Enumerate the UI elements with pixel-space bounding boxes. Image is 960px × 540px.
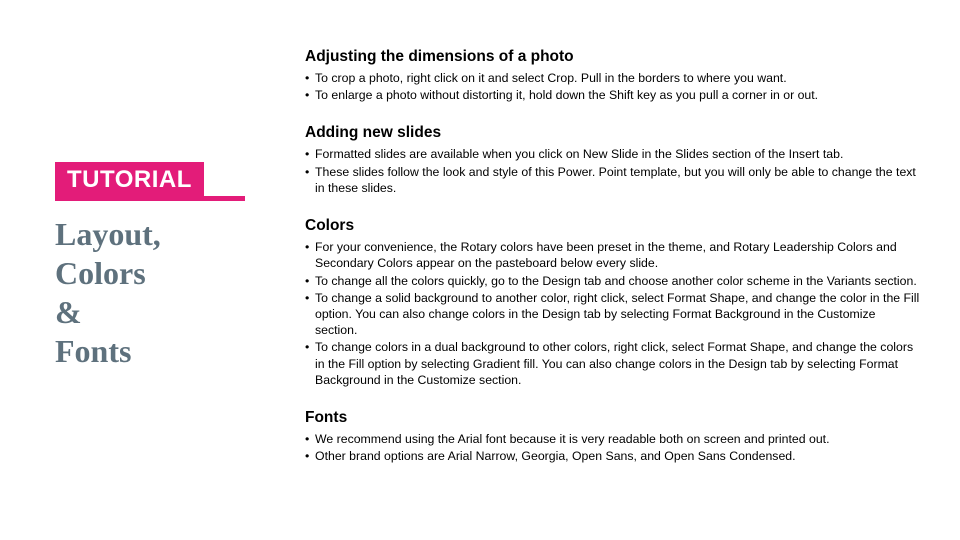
bullet-item: We recommend using the Arial font becaus… [305,431,920,447]
title-line: Layout, [55,215,245,254]
bullet-item: These slides follow the look and style o… [305,164,920,196]
title-line: Fonts [55,332,245,371]
bullet-list: Formatted slides are available when you … [305,146,920,196]
section-heading: Adding new slides [305,124,920,142]
bullet-item: To enlarge a photo without distorting it… [305,87,920,103]
section-colors: Colors For your convenience, the Rotary … [305,217,920,389]
title-line: Colors [55,254,245,293]
bullet-item: To crop a photo, right click on it and s… [305,70,920,86]
bullet-item: To change colors in a dual background to… [305,339,920,388]
left-column: TUTORIAL Layout, Colors & Fonts [55,40,245,500]
bullet-item: For your convenience, the Rotary colors … [305,239,920,271]
bullet-list: We recommend using the Arial font becaus… [305,431,920,464]
title-line: & [55,293,245,332]
slide-title: Layout, Colors & Fonts [55,215,245,371]
section-fonts: Fonts We recommend using the Arial font … [305,409,920,465]
content-column: Adjusting the dimensions of a photo To c… [305,40,920,500]
tutorial-badge: TUTORIAL [55,162,204,198]
section-heading: Adjusting the dimensions of a photo [305,48,920,66]
slide: TUTORIAL Layout, Colors & Fonts Adjustin… [0,0,960,540]
bullet-item: To change a solid background to another … [305,290,920,339]
section-heading: Fonts [305,409,920,427]
bullet-item: Other brand options are Arial Narrow, Ge… [305,448,920,464]
section-adjusting-photo: Adjusting the dimensions of a photo To c… [305,48,920,104]
bullet-item: Formatted slides are available when you … [305,146,920,162]
bullet-list: For your convenience, the Rotary colors … [305,239,920,388]
section-adding-slides: Adding new slides Formatted slides are a… [305,124,920,197]
bullet-list: To crop a photo, right click on it and s… [305,70,920,103]
section-heading: Colors [305,217,920,235]
bullet-item: To change all the colors quickly, go to … [305,273,920,289]
